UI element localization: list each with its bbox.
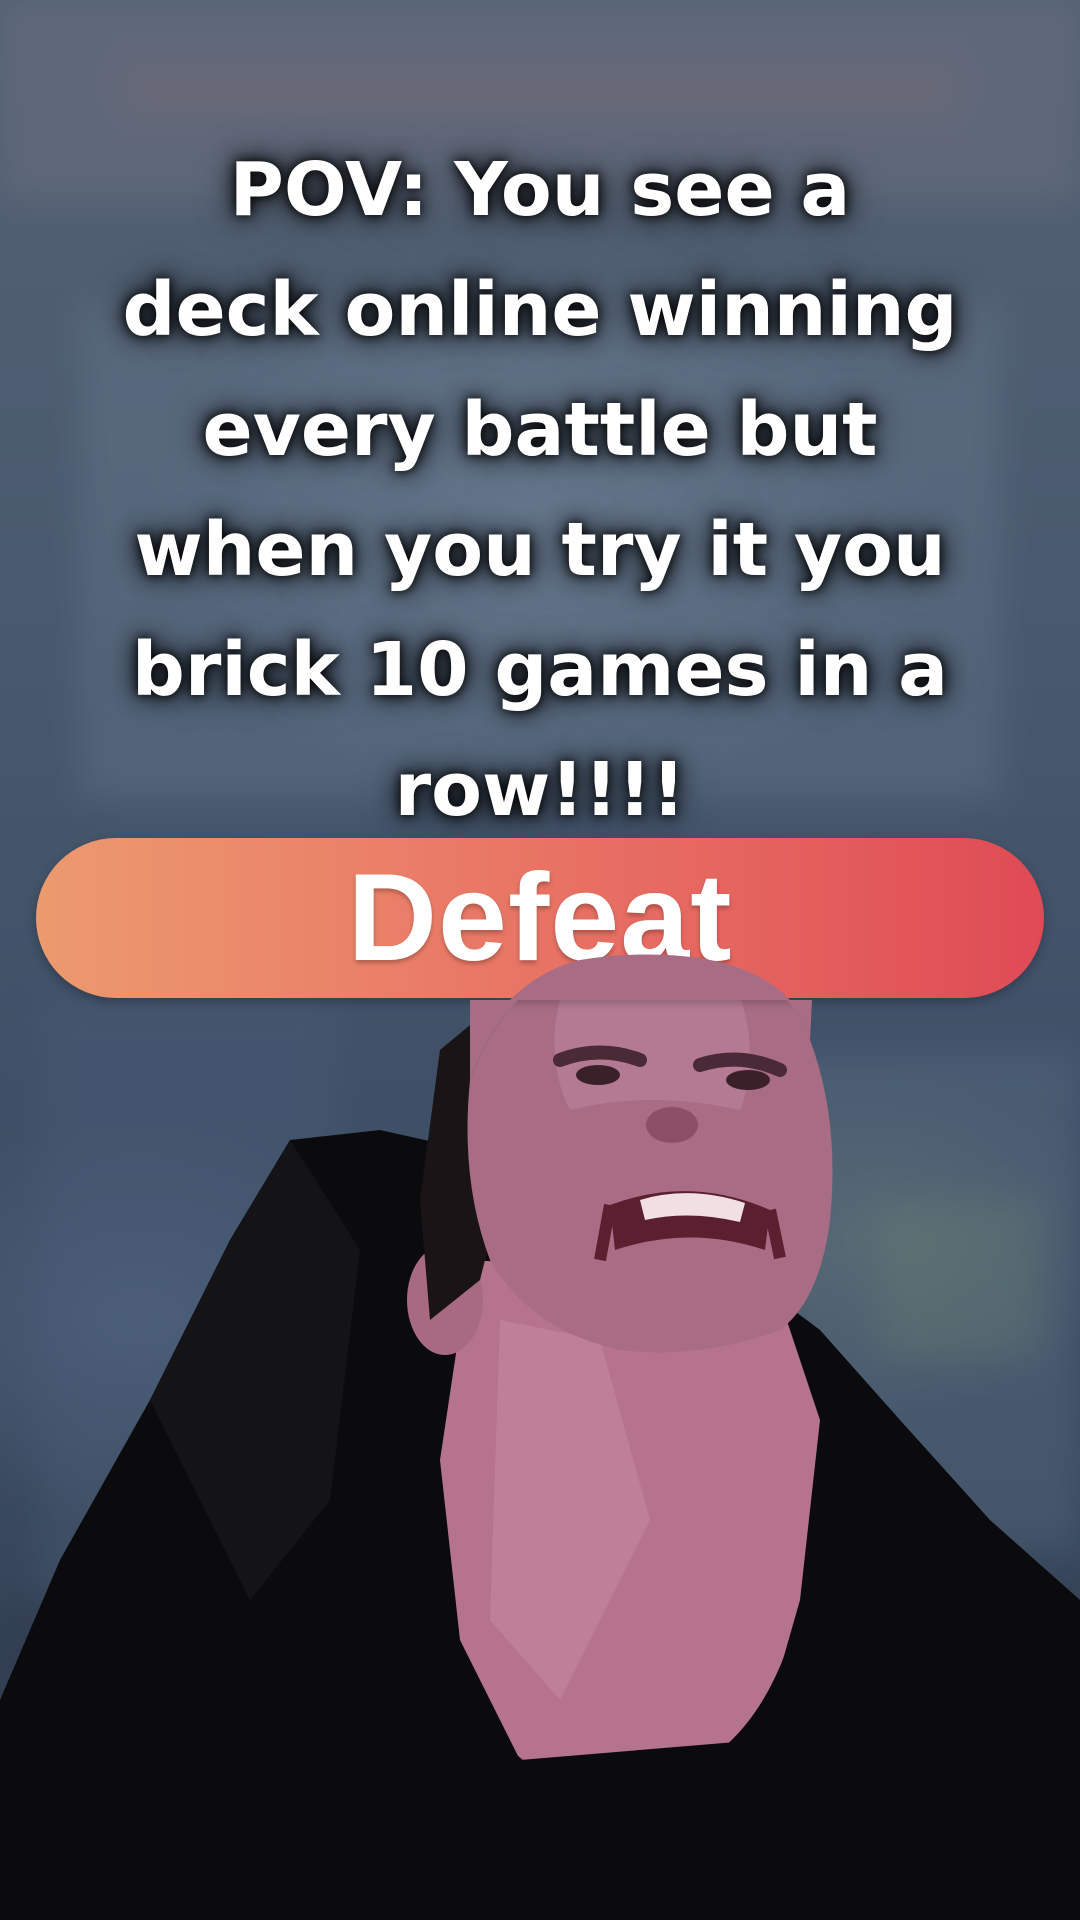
head-overlap — [470, 954, 812, 1080]
video-frame: POV: You see a deck online winning every… — [0, 0, 1080, 1920]
